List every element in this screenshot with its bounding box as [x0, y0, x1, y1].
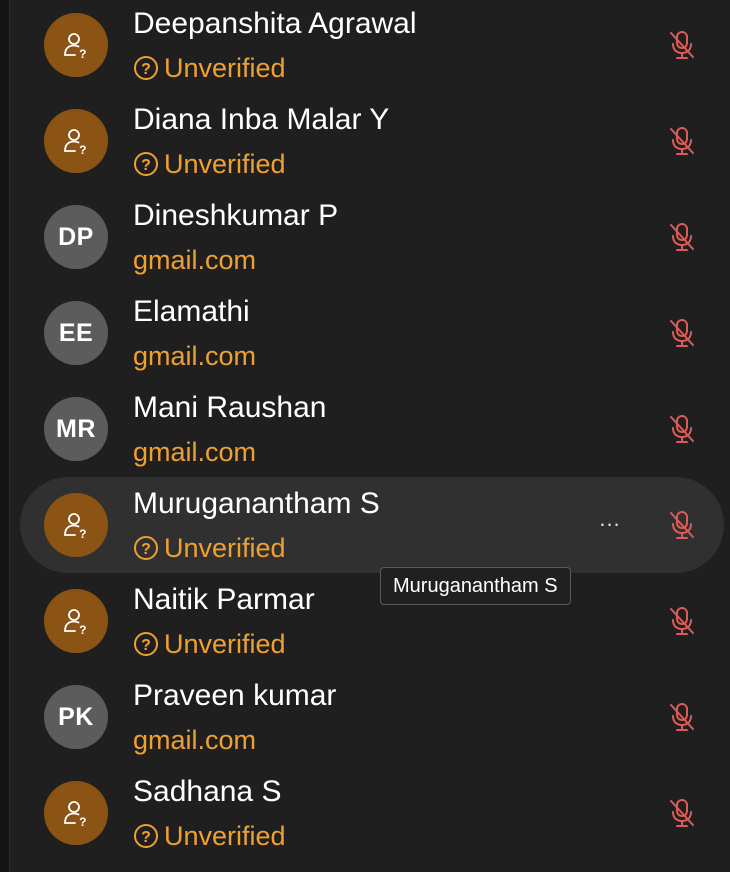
microphone-muted-icon[interactable] — [666, 317, 698, 349]
guest-user-icon: ? — [64, 513, 87, 540]
question-circle-icon: ? — [134, 536, 158, 560]
svg-text:?: ? — [79, 47, 87, 60]
microphone-muted-icon[interactable] — [666, 797, 698, 829]
participant-status: ? Unverified — [133, 821, 286, 851]
svg-text:?: ? — [141, 637, 151, 654]
microphone-muted-icon[interactable] — [666, 605, 698, 637]
participant-name: Sadhana S — [133, 775, 282, 808]
guest-user-icon: ? — [64, 801, 87, 828]
question-circle-icon: ? — [134, 152, 158, 176]
participant-row[interactable]: ? Deepanshita Agrawal ? Unverified — [20, 0, 724, 93]
participant-row[interactable]: ? Naitik Parmar ? Unverified — [20, 573, 724, 669]
microphone-muted-icon[interactable] — [666, 125, 698, 157]
microphone-muted-icon[interactable] — [666, 29, 698, 61]
microphone-muted-icon[interactable] — [666, 221, 698, 253]
initials-avatar: MR — [44, 397, 108, 461]
guest-avatar: ? — [44, 13, 108, 77]
participant-domain: gmail.com — [133, 341, 256, 371]
guest-user-icon: ? — [64, 129, 87, 156]
microphone-muted-icon[interactable] — [666, 413, 698, 445]
svg-text:?: ? — [141, 157, 151, 174]
participant-row[interactable]: EE Elamathi gmail.com — [20, 285, 724, 381]
participant-name: Deepanshita Agrawal — [133, 7, 417, 40]
participant-domain: gmail.com — [133, 725, 256, 755]
participant-name: Praveen kumar — [133, 679, 337, 712]
domain-label: gmail.com — [133, 436, 257, 467]
svg-text:?: ? — [79, 143, 87, 156]
participant-row-hovered[interactable]: ? Muruganantham S ? Unverified ... — [20, 477, 724, 573]
question-circle-icon: ? — [134, 56, 158, 80]
participant-row[interactable]: ? Sadhana S ? Unverified — [20, 765, 724, 861]
domain-label: gmail.com — [133, 244, 257, 275]
participant-status: ? Unverified — [133, 629, 286, 659]
participant-status: ? Unverified — [133, 149, 286, 179]
guest-avatar: ? — [44, 781, 108, 845]
question-circle-icon: ? — [134, 824, 158, 848]
svg-text:?: ? — [141, 541, 151, 558]
status-label: Unverified — [164, 820, 286, 851]
guest-avatar: ? — [44, 589, 108, 653]
participant-name: Diana Inba Malar Y — [133, 103, 390, 136]
svg-text:?: ? — [141, 829, 151, 846]
participant-row[interactable]: DP Dineshkumar P gmail.com — [20, 189, 724, 285]
status-label: Unverified — [164, 52, 286, 83]
microphone-muted-icon[interactable] — [666, 701, 698, 733]
participant-name: Mani Raushan — [133, 391, 327, 424]
participant-name: Elamathi — [133, 295, 250, 328]
side-panel-edge — [0, 0, 10, 872]
guest-avatar: ? — [44, 109, 108, 173]
question-circle-icon: ? — [134, 632, 158, 656]
microphone-muted-icon[interactable] — [666, 509, 698, 541]
name-tooltip: Muruganantham S — [380, 567, 571, 605]
status-label: Unverified — [164, 628, 286, 659]
svg-text:?: ? — [141, 61, 151, 78]
svg-text:?: ? — [79, 815, 87, 828]
participant-domain: gmail.com — [133, 245, 256, 275]
participant-domain: gmail.com — [133, 437, 256, 467]
participant-name: Naitik Parmar — [133, 583, 315, 616]
initials-avatar: DP — [44, 205, 108, 269]
initials-avatar: EE — [44, 301, 108, 365]
more-options-button[interactable]: ... — [594, 503, 626, 535]
domain-label: gmail.com — [133, 340, 257, 371]
participant-name: Dineshkumar P — [133, 199, 339, 232]
initials-avatar: PK — [44, 685, 108, 749]
participant-row[interactable]: MR Mani Raushan gmail.com — [20, 381, 724, 477]
participant-status: ? Unverified — [133, 533, 286, 563]
status-label: Unverified — [164, 532, 286, 563]
svg-text:?: ? — [79, 623, 87, 636]
participant-row[interactable]: PK Praveen kumar gmail.com — [20, 669, 724, 765]
domain-label: gmail.com — [133, 724, 257, 755]
status-label: Unverified — [164, 148, 286, 179]
guest-user-icon: ? — [64, 33, 87, 60]
guest-avatar: ? — [44, 493, 108, 557]
guest-user-icon: ? — [64, 609, 87, 636]
participant-status: ? Unverified — [133, 53, 286, 83]
participant-row[interactable]: ? Diana Inba Malar Y ? Unverified — [20, 93, 724, 189]
more-options-icon: ... — [599, 506, 621, 531]
participant-name: Muruganantham S — [133, 487, 380, 520]
svg-text:?: ? — [79, 527, 87, 540]
